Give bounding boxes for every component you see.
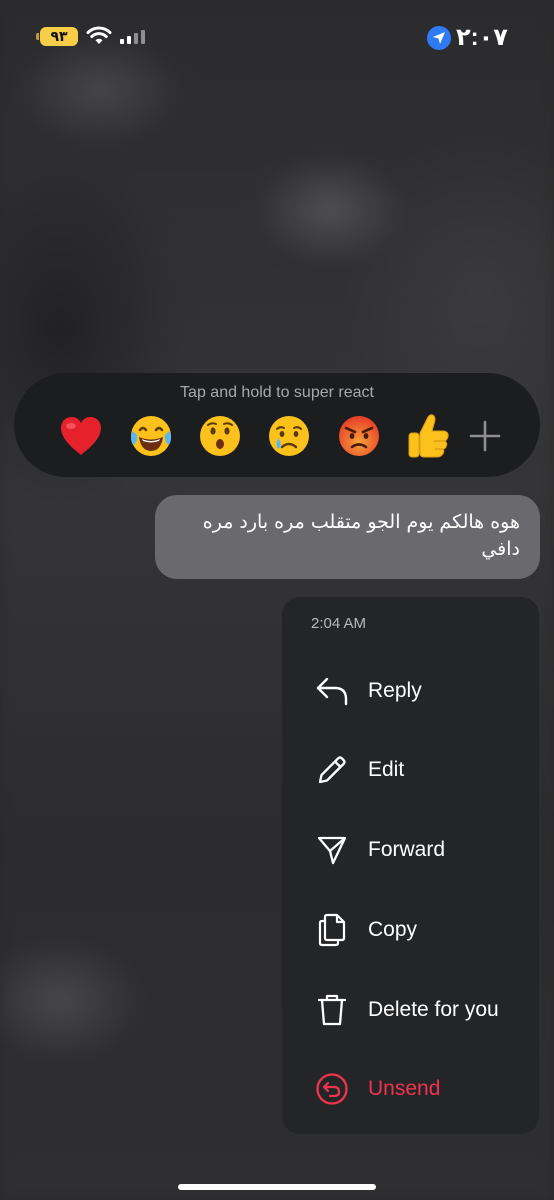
status-time: ٢:٠٧ [456, 24, 508, 51]
thumbs-up-icon [408, 414, 449, 458]
reaction-crying[interactable] [264, 411, 314, 461]
message-timestamp: 2:04 AM [311, 615, 367, 632]
signal-icon [120, 30, 145, 44]
menu-item-label: Unsend [368, 1077, 441, 1100]
menu-item-label: Delete for you [368, 998, 499, 1021]
reaction-tray: Tap and hold to super react [14, 373, 540, 477]
message-context-menu: 2:04 AM Reply Edit Forward Copy Delete f… [282, 597, 539, 1134]
menu-item-label: Forward [368, 838, 446, 861]
menu-item-edit[interactable]: Edit [282, 738, 539, 802]
menu-item-label: Edit [368, 758, 405, 781]
hushed-face-icon [200, 416, 240, 456]
more-reactions-button[interactable] [460, 411, 510, 461]
copy-icon [314, 912, 350, 948]
reaction-thumbs-up[interactable] [403, 411, 453, 461]
battery-level: ٩٣ [50, 28, 68, 44]
reaction-heart[interactable] [56, 411, 106, 461]
tears-of-joy-icon [131, 416, 171, 456]
super-react-hint: Tap and hold to super react [180, 384, 374, 401]
plus-icon [469, 420, 501, 452]
crying-face-icon [269, 416, 309, 456]
menu-item-forward[interactable]: Forward [282, 818, 539, 882]
menu-item-unsend[interactable]: Unsend [282, 1057, 539, 1121]
menu-item-label: Copy [368, 918, 418, 941]
menu-item-copy[interactable]: Copy [282, 898, 539, 962]
pencil-icon [314, 752, 350, 788]
wifi-icon [86, 26, 112, 51]
message-text: هوه هالكم يوم الجو متقلب مره بارد مره دا… [202, 511, 520, 560]
battery-indicator: ٩٣ [36, 27, 78, 46]
reaction-laughing[interactable] [126, 411, 176, 461]
paper-plane-icon [314, 832, 350, 868]
reaction-surprised[interactable] [195, 411, 245, 461]
message-bubble[interactable]: هوه هالكم يوم الجو متقلب مره بارد مره دا… [155, 495, 540, 579]
menu-item-reply[interactable]: Reply [282, 659, 539, 723]
menu-item-label: Reply [368, 679, 422, 702]
reaction-angry[interactable] [334, 411, 384, 461]
reply-arrow-icon [314, 673, 350, 709]
status-bar: ٩٣ ٢:٠٧ [0, 0, 554, 74]
location-arrow-icon [427, 26, 451, 50]
trash-icon [314, 992, 350, 1028]
angry-face-icon [339, 416, 379, 456]
home-indicator[interactable] [178, 1184, 376, 1190]
red-heart-icon [61, 417, 101, 455]
unsend-icon [314, 1071, 350, 1107]
menu-item-delete-for-you[interactable]: Delete for you [282, 978, 539, 1042]
